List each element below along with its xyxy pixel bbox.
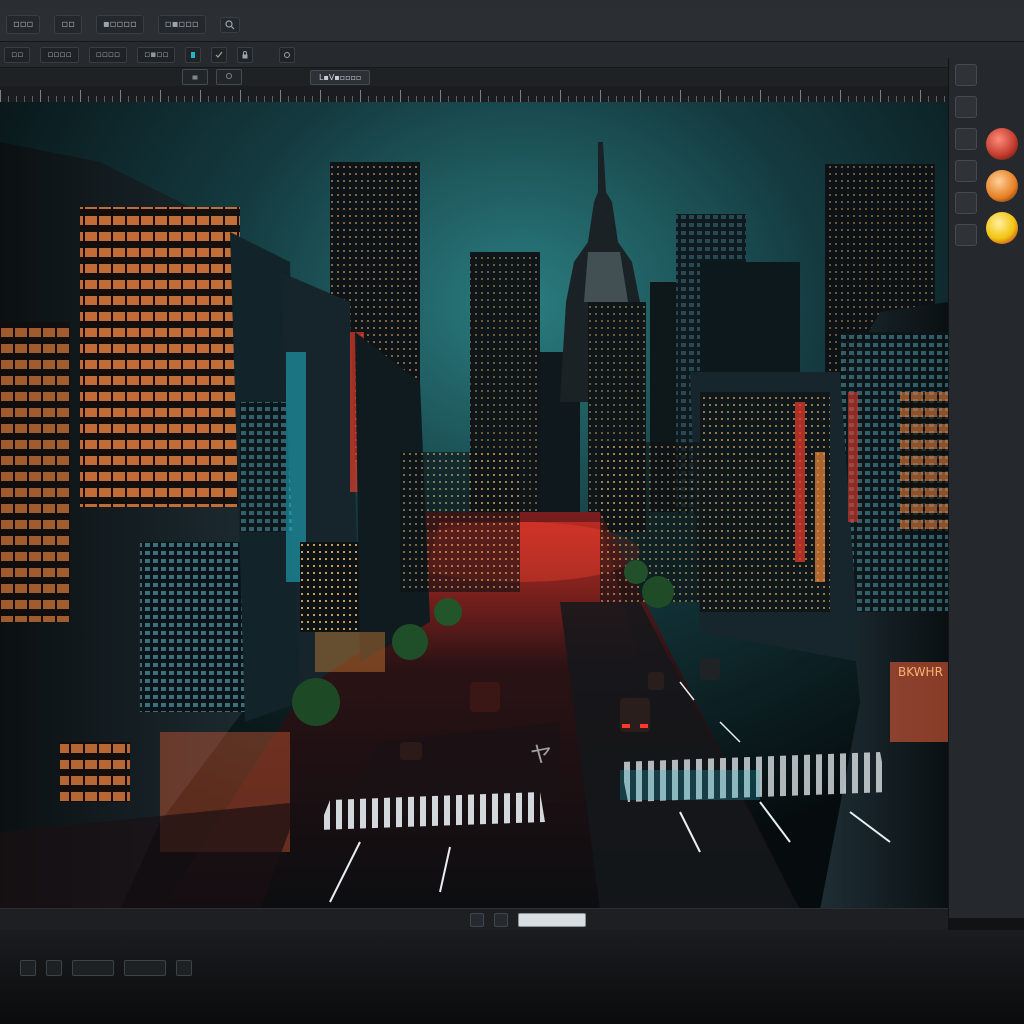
shop-sign: BKWHR [898, 665, 943, 679]
zoom-field[interactable] [518, 912, 586, 927]
panel-tool-6[interactable] [955, 224, 977, 246]
panel-tool-4[interactable] [955, 160, 977, 182]
menu-item-3[interactable]: ▪▫▫▫▫ [95, 15, 144, 34]
tab-document[interactable]: L▪V▪▫▫▫▫ [310, 69, 371, 85]
status-indicator [494, 912, 508, 927]
lower-control-2[interactable] [46, 960, 62, 976]
lower-control-3[interactable] [72, 960, 114, 976]
option-button-2[interactable]: ▫▫▫▫ [40, 46, 79, 63]
road-marking: ヤ [530, 743, 552, 768]
monitor-frame: ▫▫▫ ▫▫ ▪▫▫▫▫ ▫▪▫▫▫ ▫▫ ▫▫▫▫ ▫▫▫▫ ▫▪▫▫ L▪V… [0, 0, 1024, 1024]
panel-tools [955, 64, 977, 246]
lock-icon[interactable] [237, 46, 254, 63]
tab-lock-icon[interactable] [182, 69, 208, 85]
lower-control-4[interactable] [124, 960, 166, 976]
panel-tool-3[interactable] [955, 128, 977, 150]
swatch-yellow[interactable] [986, 212, 1018, 244]
tab-settings-icon[interactable] [216, 69, 242, 85]
menu-bar: ▫▫▫ ▫▫ ▪▫▫▫▫ ▫▪▫▫▫ [0, 8, 1024, 42]
city-night-image: BKWHR ヤ [0, 102, 948, 910]
document-tab-bar: L▪V▪▫▫▫▫ [0, 68, 1024, 86]
pin-icon[interactable] [185, 46, 202, 63]
panel-tool-1[interactable] [955, 64, 977, 86]
menu-item-1[interactable]: ▫▫▫ [6, 15, 41, 34]
menu-search-icon[interactable] [219, 16, 240, 33]
lower-control-5[interactable] [176, 960, 192, 976]
menu-item-2[interactable]: ▫▫ [54, 15, 82, 34]
swatch-orange[interactable] [986, 170, 1018, 202]
option-button-3[interactable]: ▫▫▫▫ [88, 46, 128, 63]
right-panel [948, 58, 1024, 918]
option-button-4[interactable]: ▫▪▫▫ [137, 46, 176, 63]
image-canvas[interactable]: BKWHR ヤ [0, 102, 948, 910]
tool-options-bar: ▫▫ ▫▫▫▫ ▫▫▫▫ ▫▪▫▫ [0, 42, 1024, 68]
color-swatches [979, 128, 1024, 268]
checkmark-icon[interactable] [211, 46, 228, 63]
swatch-red[interactable] [986, 128, 1018, 160]
ruler-major-ticks [0, 86, 960, 102]
panel-tool-5[interactable] [955, 192, 977, 214]
lower-toolbar [0, 938, 1024, 998]
panel-tool-2[interactable] [955, 96, 977, 118]
status-bar [0, 908, 948, 930]
menu-item-4[interactable]: ▫▪▫▫▫ [157, 15, 206, 34]
settings-icon[interactable] [279, 46, 296, 63]
option-button-1[interactable]: ▫▫ [4, 46, 31, 63]
zoom-icon[interactable] [470, 912, 484, 927]
lower-control-1[interactable] [20, 960, 36, 976]
